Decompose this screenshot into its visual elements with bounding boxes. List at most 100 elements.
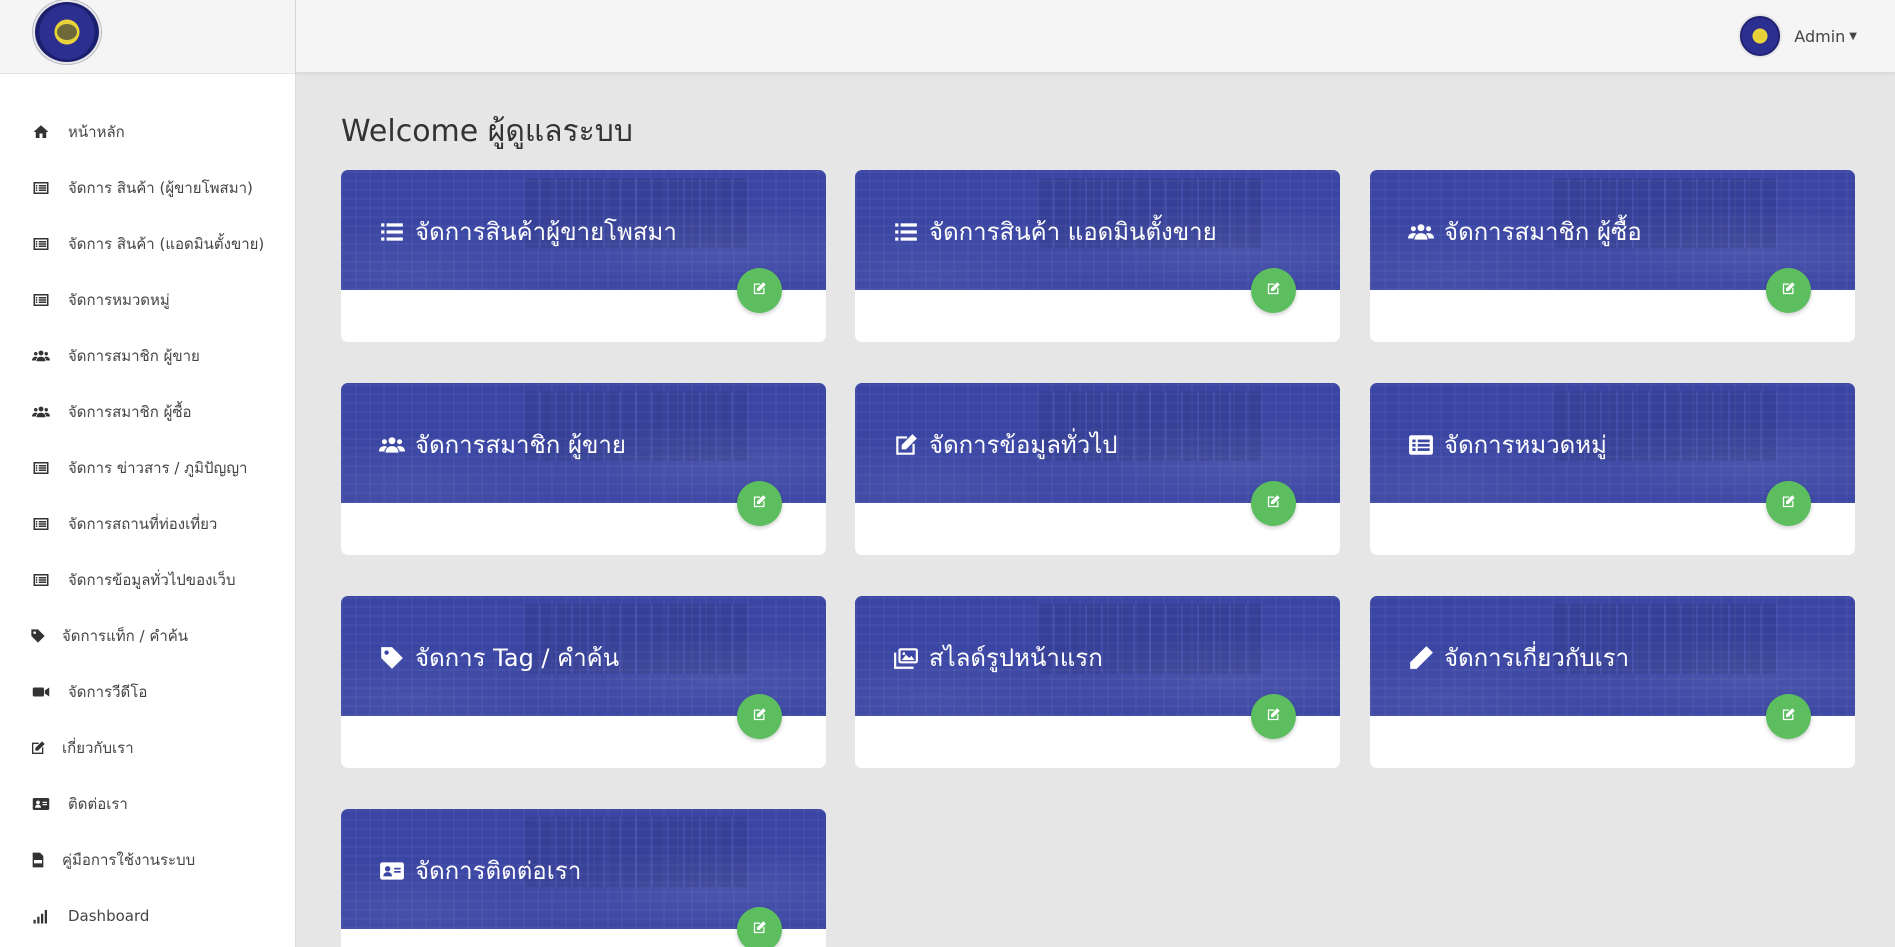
dashboard-card-products-admin[interactable]: จัดการสินค้า แอดมินตั้งขาย [855, 170, 1340, 342]
list-icon [30, 235, 52, 253]
dashboard-card-categories[interactable]: จัดการหมวดหมู่ [1370, 383, 1855, 555]
users-icon [30, 347, 52, 365]
list-icon [379, 219, 405, 245]
edit-icon [1266, 494, 1281, 513]
sidebar-item-label: จัดการข้อมูลทั่วไปของเว็บ [68, 571, 236, 589]
pdf-file-icon [30, 851, 46, 869]
card-title: จัดการสินค้า แอดมินตั้งขาย [929, 218, 1217, 246]
list-alt-icon [1408, 432, 1434, 458]
sidebar-item-label: ติดต่อเรา [68, 795, 128, 813]
edit-icon [752, 494, 767, 513]
dashboard-card-about[interactable]: จัดการเกี่ยวกับเรา [1370, 596, 1855, 768]
sidebar-item-general-info[interactable]: จัดการข้อมูลทั่วไปของเว็บ [0, 552, 295, 608]
sidebar-item-label: จัดการสมาชิก ผู้ซื้อ [68, 403, 192, 421]
sidebar-item-places[interactable]: จัดการสถานที่ท่องเที่ยว [0, 496, 295, 552]
video-icon [30, 683, 52, 701]
list-icon [30, 291, 52, 309]
list-icon [30, 571, 52, 589]
pencil-icon [1408, 645, 1434, 671]
sidebar-item-label: จัดการ สินค้า (แอดมินตั้งขาย) [68, 235, 265, 253]
users-icon [30, 403, 52, 421]
edit-button[interactable] [1251, 481, 1296, 526]
sidebar-item-members-buyer[interactable]: จัดการสมาชิก ผู้ซื้อ [0, 384, 295, 440]
page-title: Welcome ผู้ดูแลระบบ [341, 114, 633, 149]
sidebar-item-label: Dashboard [68, 907, 150, 925]
user-name: Admin [1794, 26, 1846, 46]
users-icon [1408, 219, 1434, 245]
dashboard-card-products-seller[interactable]: จัดการสินค้าผู้ขายโพสมา [341, 170, 826, 342]
chevron-down-icon: ▼ [1849, 30, 1857, 42]
topbar: Admin ▼ [296, 0, 1895, 73]
user-menu[interactable]: Admin ▼ [1738, 14, 1857, 58]
avatar [1738, 14, 1783, 58]
card-title: จัดการสมาชิก ผู้ซื้อ [1444, 218, 1642, 246]
sidebar-item-tags[interactable]: จัดการแท็ก / คำค้น [0, 608, 295, 664]
sidebar-item-label: จัดการแท็ก / คำค้น [62, 627, 189, 645]
edit-icon [1781, 707, 1796, 726]
sidebar-item-label: หน้าหลัก [68, 123, 125, 141]
tag-icon [379, 645, 405, 671]
card-title: จัดการสินค้าผู้ขายโพสมา [415, 218, 677, 246]
home-icon [30, 123, 52, 141]
site-logo[interactable] [33, 0, 101, 64]
edit-icon [752, 281, 767, 300]
sidebar-item-about[interactable]: เกี่ยวกับเรา [0, 720, 295, 776]
sidebar: หน้าหลัก จัดการ สินค้า (ผู้ขายโพสมา) จัด… [0, 0, 296, 947]
edit-button[interactable] [737, 481, 782, 526]
edit-icon [893, 432, 919, 458]
sidebar-item-products-admin[interactable]: จัดการ สินค้า (แอดมินตั้งขาย) [0, 216, 295, 272]
sidebar-item-label: จัดการสมาชิก ผู้ขาย [68, 347, 200, 365]
sidebar-item-manual[interactable]: คู่มือการใช้งานระบบ [0, 832, 295, 888]
tag-icon [30, 627, 46, 645]
edit-button[interactable] [737, 907, 782, 947]
edit-icon [752, 707, 767, 726]
sidebar-item-products-seller[interactable]: จัดการ สินค้า (ผู้ขายโพสมา) [0, 160, 295, 216]
sidebar-item-label: จัดการ สินค้า (ผู้ขายโพสมา) [68, 179, 253, 197]
list-icon [30, 515, 52, 533]
sidebar-item-videos[interactable]: จัดการวีดีโอ [0, 664, 295, 720]
images-icon [893, 645, 919, 671]
edit-icon [1266, 281, 1281, 300]
dashboard-card-contact[interactable]: จัดการติดต่อเรา [341, 809, 826, 947]
edit-icon [30, 739, 46, 757]
card-title: จัดการสมาชิก ผู้ขาย [415, 431, 626, 459]
card-title: จัดการเกี่ยวกับเรา [1444, 644, 1630, 672]
edit-button[interactable] [1251, 268, 1296, 313]
sidebar-item-members-seller[interactable]: จัดการสมาชิก ผู้ขาย [0, 328, 295, 384]
users-icon [379, 432, 405, 458]
card-title: จัดการ Tag / คำค้น [415, 644, 620, 672]
contact-card-icon [379, 858, 405, 884]
card-title: จัดการข้อมูลทั่วไป [929, 431, 1118, 459]
edit-button[interactable] [1766, 694, 1811, 739]
sidebar-item-categories[interactable]: จัดการหมวดหมู่ [0, 272, 295, 328]
sidebar-item-dashboard[interactable]: Dashboard [0, 888, 295, 944]
edit-button[interactable] [1766, 481, 1811, 526]
card-title: สไลด์รูปหน้าแรก [929, 644, 1103, 672]
sidebar-item-home[interactable]: หน้าหลัก [0, 104, 295, 160]
edit-button[interactable] [1251, 694, 1296, 739]
edit-icon [1781, 281, 1796, 300]
sidebar-header [0, 0, 295, 74]
list-icon [30, 179, 52, 197]
sidebar-item-label: จัดการสถานที่ท่องเที่ยว [68, 515, 218, 533]
sidebar-item-label: จัดการ ข่าวสาร / ภูมิปัญญา [68, 459, 248, 477]
sidebar-item-contact[interactable]: ติดต่อเรา [0, 776, 295, 832]
edit-button[interactable] [737, 268, 782, 313]
edit-icon [1781, 494, 1796, 513]
dashboard-card-members-buyer[interactable]: จัดการสมาชิก ผู้ซื้อ [1370, 170, 1855, 342]
edit-icon [1266, 707, 1281, 726]
dashboard-card-slides[interactable]: สไลด์รูปหน้าแรก [855, 596, 1340, 768]
edit-icon [752, 920, 767, 939]
list-icon [30, 459, 52, 477]
sidebar-item-news[interactable]: จัดการ ข่าวสาร / ภูมิปัญญา [0, 440, 295, 496]
edit-button[interactable] [1766, 268, 1811, 313]
edit-button[interactable] [737, 694, 782, 739]
sidebar-item-label: คู่มือการใช้งานระบบ [62, 851, 196, 869]
dashboard-card-members-seller[interactable]: จัดการสมาชิก ผู้ขาย [341, 383, 826, 555]
sidebar-item-label: เกี่ยวกับเรา [62, 739, 134, 757]
card-title: จัดการติดต่อเรา [415, 857, 582, 885]
sidebar-nav: หน้าหลัก จัดการ สินค้า (ผู้ขายโพสมา) จัด… [0, 74, 295, 944]
dashboard-card-tags[interactable]: จัดการ Tag / คำค้น [341, 596, 826, 768]
dashboard-card-general-info[interactable]: จัดการข้อมูลทั่วไป [855, 383, 1340, 555]
signal-bars-icon [30, 907, 52, 925]
